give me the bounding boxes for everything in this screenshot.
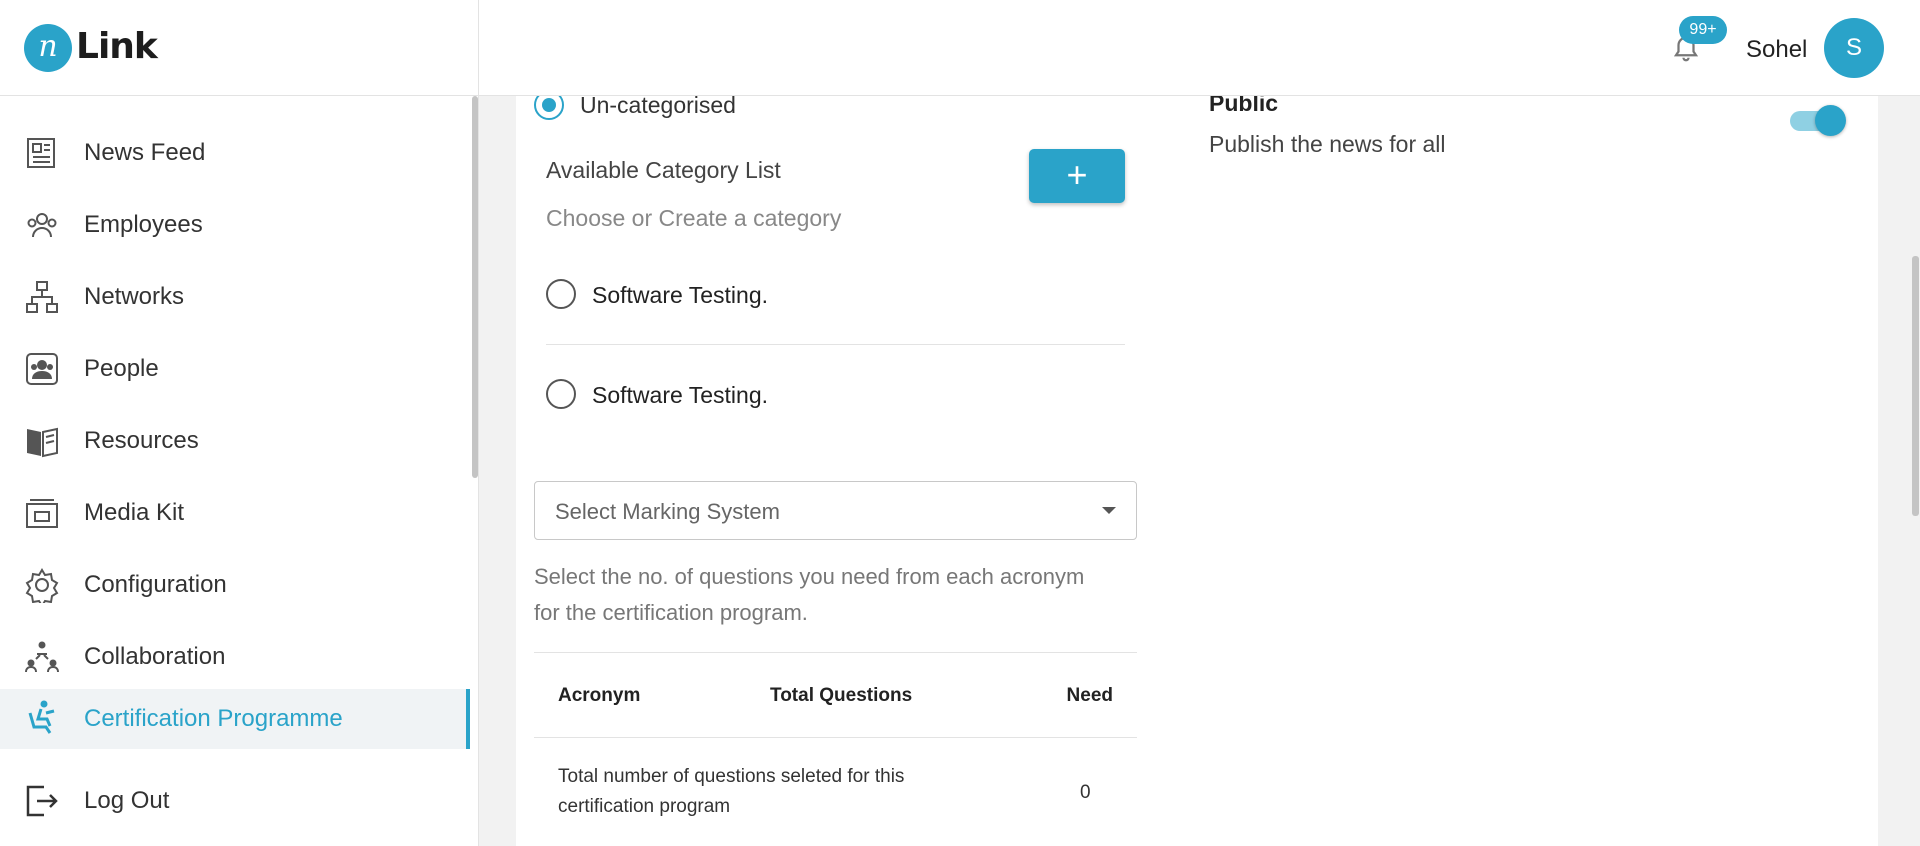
newspaper-icon <box>27 138 55 168</box>
sidebar-item-label: Media Kit <box>84 499 185 526</box>
sidebar-item-employees[interactable]: Employees <box>0 193 470 253</box>
questions-hint-line1: Select the no. of questions you need fro… <box>534 564 1085 589</box>
sidebar-item-label: Employees <box>84 211 203 238</box>
column-header-acronym: Acronym <box>558 685 641 706</box>
book-icon <box>27 427 58 458</box>
sidebar-item-configuration[interactable]: Configuration <box>0 553 470 613</box>
marking-system-select[interactable]: Select Marking System <box>534 481 1137 540</box>
logo-area: n Link <box>0 0 479 96</box>
category-radio-2[interactable] <box>546 379 576 409</box>
sidebar-item-label: Log Out <box>84 787 170 814</box>
sidebar-item-news-feed[interactable]: News Feed <box>0 121 470 181</box>
sidebar-item-log-out[interactable]: Log Out <box>0 769 470 829</box>
network-icon <box>26 281 58 313</box>
column-header-need: Need <box>1066 685 1113 706</box>
sidebar-scrollbar[interactable] <box>472 96 478 478</box>
category-label-1: Software Testing. <box>592 282 769 308</box>
sidebar-item-people[interactable]: People <box>0 337 470 397</box>
sidebar-item-label: Resources <box>84 427 199 454</box>
public-toggle-knob[interactable] <box>1815 105 1846 136</box>
questions-table-header: Acronym Total Questions Need <box>534 652 1137 738</box>
uncategorised-label: Un-categorised <box>580 92 736 118</box>
user-name[interactable]: Sohel <box>1746 36 1807 64</box>
column-header-total-questions: Total Questions <box>770 685 913 706</box>
marking-system-placeholder: Select Marking System <box>555 499 780 524</box>
sidebar-item-collaboration[interactable]: Collaboration <box>0 625 470 685</box>
sidebar-item-resources[interactable]: Resources <box>0 409 470 469</box>
media-kit-icon <box>26 499 58 528</box>
sidebar-item-label: Certification Programme <box>84 705 343 732</box>
summary-label-line2: certification program <box>558 796 731 817</box>
logout-icon <box>26 785 58 817</box>
summary-value: 0 <box>1080 782 1091 803</box>
category-divider <box>546 344 1125 345</box>
sidebar-item-label: People <box>84 355 159 382</box>
sidebar-item-label: Collaboration <box>84 643 226 670</box>
category-label-2: Software Testing. <box>592 382 769 408</box>
notification-badge[interactable]: 99+ <box>1679 16 1727 44</box>
sidebar-item-networks[interactable]: Networks <box>0 265 470 325</box>
category-radio-1[interactable] <box>546 279 576 309</box>
certification-icon <box>28 700 55 734</box>
main-scrollbar-thumb[interactable] <box>1912 256 1919 516</box>
sidebar-item-media-kit[interactable]: Media Kit <box>0 481 470 541</box>
collaboration-icon <box>25 641 59 673</box>
gear-icon <box>25 568 59 603</box>
sidebar-item-label: Configuration <box>84 571 227 598</box>
public-description: Publish the news for all <box>1209 131 1446 157</box>
sidebar-item-certification-programme[interactable]: Certification Programme <box>0 689 470 749</box>
sidebar-item-label: Networks <box>84 283 185 310</box>
category-list-hint: Choose or Create a category <box>546 205 842 231</box>
employees-icon <box>27 213 57 238</box>
summary-label-line1: Total number of questions seleted for th… <box>558 766 905 787</box>
add-category-button[interactable]: + <box>1029 149 1125 203</box>
logo-mark[interactable]: n <box>24 24 72 72</box>
sidebar: News Feed Employees Networks People Reso… <box>0 96 479 846</box>
questions-hint-line2: for the certification program. <box>534 600 808 625</box>
top-bar: n Link 99+ Sohel S <box>0 0 1920 96</box>
sidebar-item-label: News Feed <box>84 139 206 166</box>
logo-text[interactable]: Link <box>76 26 158 67</box>
chevron-down-icon <box>1102 507 1116 514</box>
avatar[interactable]: S <box>1824 18 1884 78</box>
people-icon <box>26 353 58 385</box>
category-list-title: Available Category List <box>546 157 781 183</box>
